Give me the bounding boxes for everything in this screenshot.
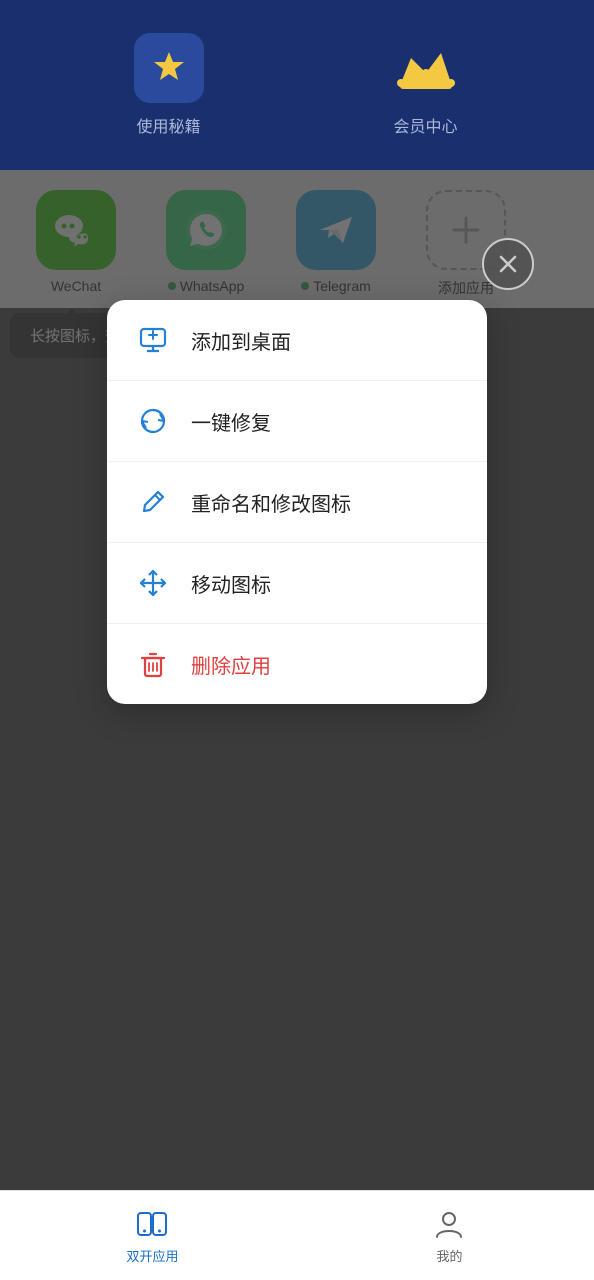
edit-icon [135,484,171,520]
header-item-secrets[interactable]: 使用秘籍 [134,33,204,137]
bottom-nav: 双开应用 我的 [0,1190,594,1280]
vip-label: 会员中心 [393,113,457,137]
menu-item-delete[interactable]: 删除应用 [107,624,487,704]
close-button[interactable] [482,238,534,290]
menu-label-move: 移动图标 [191,569,271,598]
dual-app-label: 双开应用 [126,1246,178,1265]
move-icon [135,565,171,601]
menu-item-repair[interactable]: 一键修复 [107,381,487,462]
trash-icon [135,646,171,682]
nav-item-mine[interactable]: 我的 [431,1206,467,1265]
menu-item-add-desktop[interactable]: 添加到桌面 [107,300,487,381]
mine-label: 我的 [436,1246,462,1265]
context-menu: 添加到桌面 一键修复 重命名和修改图标 [107,300,487,704]
menu-label-delete: 删除应用 [191,650,271,679]
menu-item-move[interactable]: 移动图标 [107,543,487,624]
secrets-icon [134,33,204,103]
repair-icon [135,403,171,439]
desktop-icon [135,322,171,358]
nav-item-dual-app[interactable]: 双开应用 [126,1206,178,1265]
menu-item-rename[interactable]: 重命名和修改图标 [107,462,487,543]
vip-icon [391,33,461,103]
menu-label-add-desktop: 添加到桌面 [191,326,291,355]
menu-label-rename: 重命名和修改图标 [191,488,351,517]
menu-label-repair: 一键修复 [191,407,271,436]
mine-nav-icon [431,1206,467,1242]
header-item-vip[interactable]: 会员中心 [391,33,461,137]
secrets-label: 使用秘籍 [136,113,200,137]
header: 使用秘籍 会员中心 [0,0,594,170]
dual-app-nav-icon [134,1206,170,1242]
